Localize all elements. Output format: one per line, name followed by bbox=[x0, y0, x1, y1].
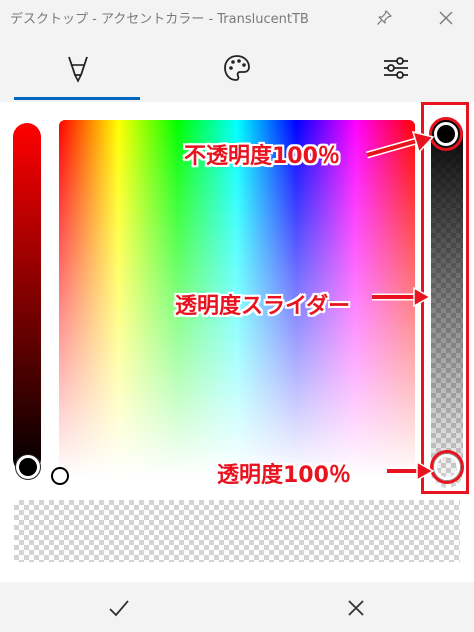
color-spectrum-thumb[interactable] bbox=[51, 467, 69, 485]
opaque-arrow-icon bbox=[366, 130, 435, 159]
window-title: デスクトップ - アクセントカラー - TranslucentTB bbox=[10, 12, 309, 27]
opaque-annotation: 不透明度100％ bbox=[184, 144, 340, 169]
pin-icon bbox=[377, 10, 392, 25]
title-bar: デスクトップ - アクセントカラー - TranslucentTB bbox=[0, 0, 474, 36]
slider-arrow-icon bbox=[372, 286, 432, 308]
transparent-highlight-ring bbox=[430, 450, 464, 484]
close-window-button[interactable] bbox=[432, 4, 460, 32]
palette-icon bbox=[224, 55, 250, 81]
pin-button[interactable] bbox=[370, 4, 398, 32]
confirm-button[interactable] bbox=[101, 590, 137, 626]
tab-settings[interactable] bbox=[326, 36, 466, 100]
sliders-icon bbox=[384, 57, 408, 79]
selected-tab-indicator bbox=[14, 97, 140, 100]
tab-palette[interactable] bbox=[167, 36, 307, 100]
slider-annotation: 透明度スライダー bbox=[175, 294, 351, 319]
checkmark-icon bbox=[109, 600, 129, 617]
hue-slider[interactable] bbox=[13, 123, 41, 473]
transparent-annotation: 透明度100％ bbox=[217, 463, 351, 488]
color-preview bbox=[14, 500, 460, 562]
close-icon bbox=[348, 600, 364, 616]
transparent-arrow-icon bbox=[387, 460, 435, 482]
close-icon bbox=[439, 11, 453, 25]
tab-brush[interactable] bbox=[8, 36, 148, 100]
cancel-button[interactable] bbox=[338, 590, 374, 626]
dialog-footer bbox=[0, 582, 474, 632]
tab-bar bbox=[0, 36, 474, 102]
hue-slider-thumb[interactable] bbox=[16, 455, 40, 479]
brush-icon bbox=[68, 56, 88, 83]
